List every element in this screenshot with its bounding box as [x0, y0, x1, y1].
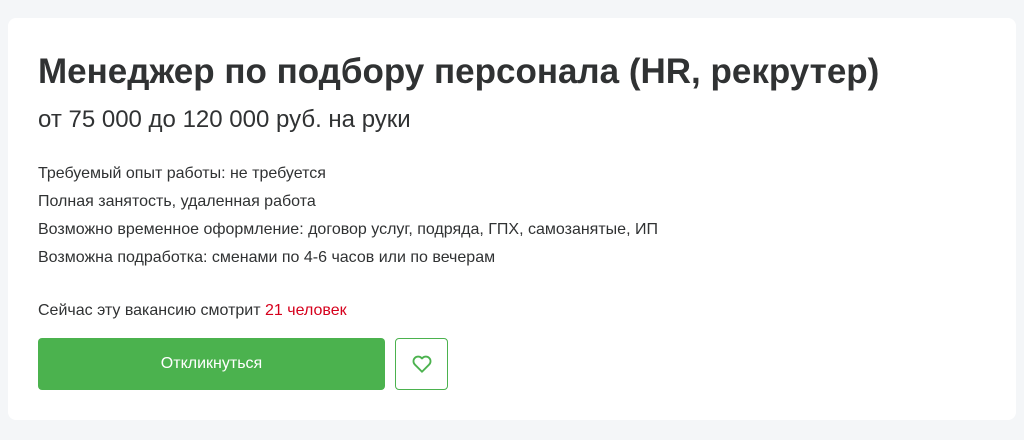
vacancy-card: Менеджер по подбору персонала (HR, рекру… [8, 18, 1016, 420]
vacancy-details-list: Требуемый опыт работы: не требуется Полн… [38, 160, 658, 272]
viewers-text: Сейчас эту вакансию смотрит [38, 302, 266, 319]
vacancy-detail-part-time: Возможна подработка: сменами по 4-6 часо… [38, 249, 496, 266]
vacancy-detail-employment: Полная занятость, удаленная работа [38, 193, 316, 210]
viewers-counter: Сейчас эту вакансию смотрит 21 человек [38, 300, 347, 322]
favorite-button[interactable] [395, 338, 448, 390]
apply-button[interactable]: Откликнуться [38, 338, 385, 390]
vacancy-salary: от 75 000 до 120 000 руб. на руки [38, 106, 411, 133]
heart-icon [411, 353, 433, 375]
vacancy-detail-contract: Возможно временное оформление: договор у… [38, 221, 658, 238]
vacancy-detail-experience: Требуемый опыт работы: не требуется [38, 165, 326, 182]
viewers-count: 21 человек [265, 302, 347, 319]
vacancy-title: Менеджер по подбору персонала (HR, рекру… [38, 52, 880, 91]
